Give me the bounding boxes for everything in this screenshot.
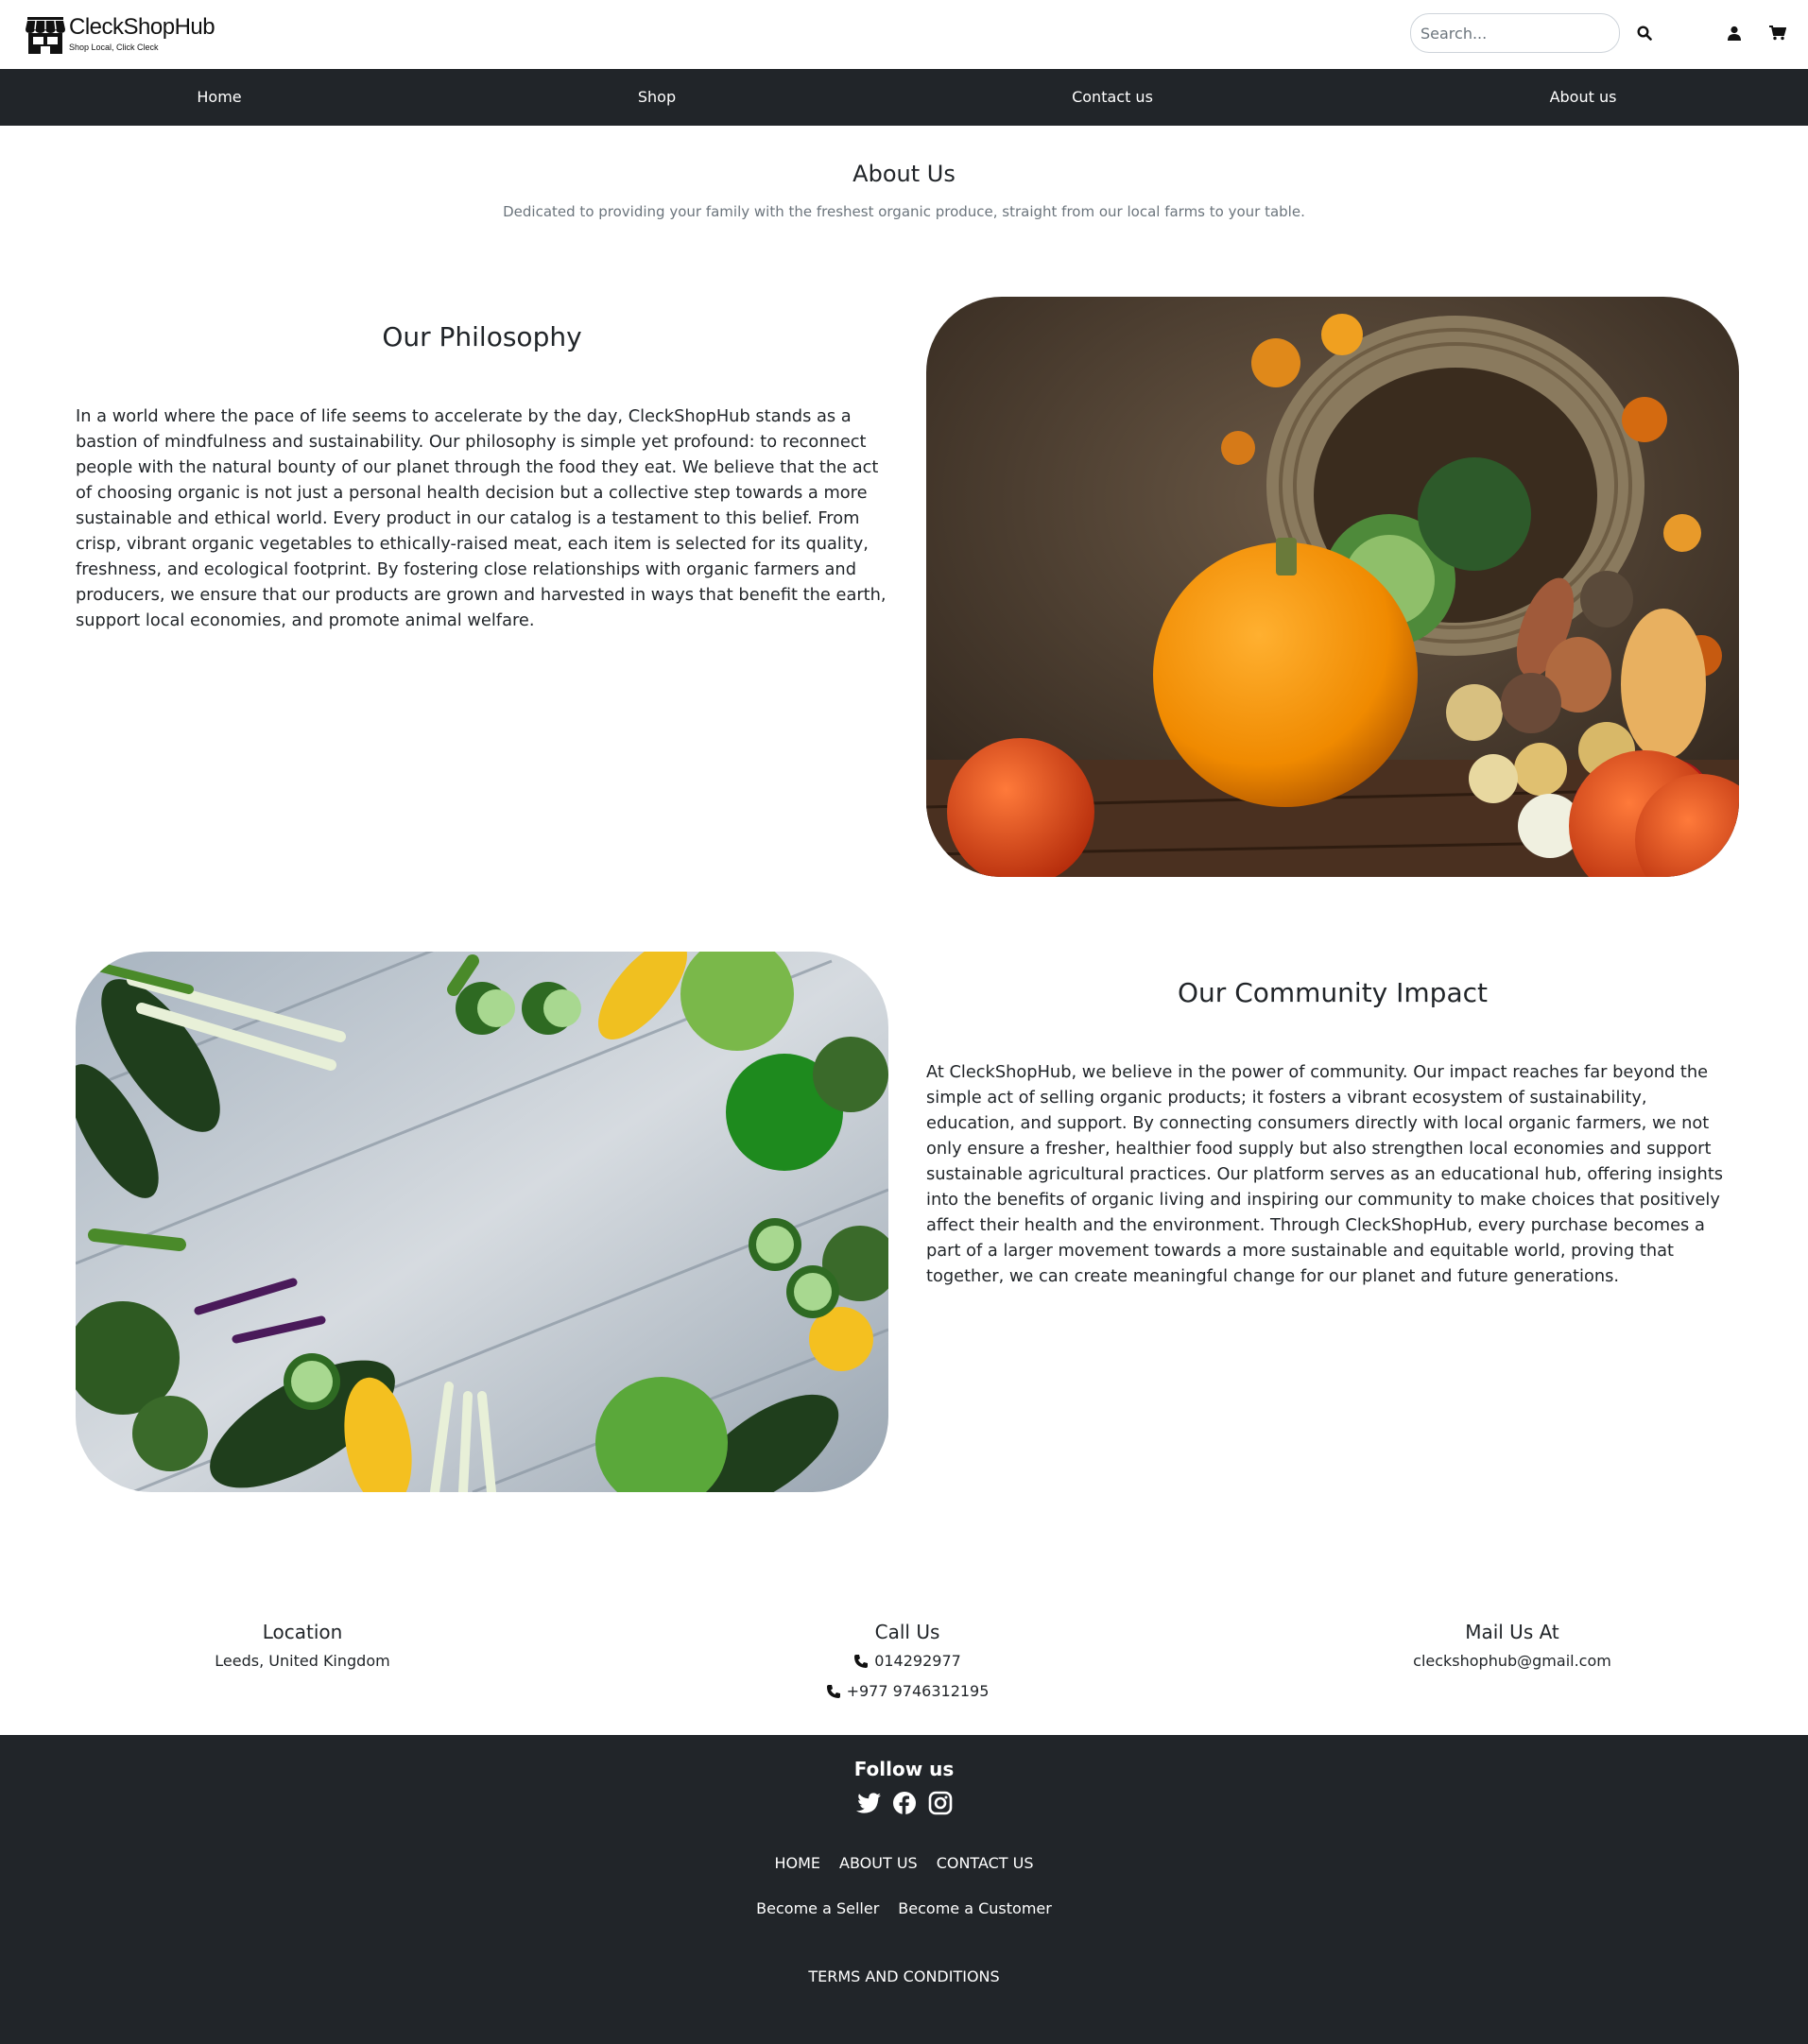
nav-shop[interactable]: Shop xyxy=(638,69,676,126)
footer-link-home[interactable]: HOME xyxy=(774,1854,820,1872)
brand-logo[interactable]: CleckShopHub Shop Local, Click Cleck xyxy=(26,14,215,56)
social-links xyxy=(0,1790,1808,1816)
phone-number-1[interactable]: 014292977 xyxy=(874,1646,961,1676)
mail-value[interactable]: cleckshophub@gmail.com xyxy=(1413,1646,1611,1676)
become-customer-link[interactable]: Become a Customer xyxy=(898,1899,1052,1917)
community-title: Our Community Impact xyxy=(1178,977,1488,1008)
footer-link-contact-us[interactable]: CONTACT US xyxy=(937,1854,1034,1872)
vegetables-frame-image xyxy=(76,952,888,1492)
nav-about-us[interactable]: About us xyxy=(1550,69,1617,126)
instagram-icon[interactable] xyxy=(927,1790,954,1816)
footer-main-links: HOME ABOUT US CONTACT US xyxy=(0,1854,1808,1872)
phone-number-2[interactable]: +977 9746312195 xyxy=(847,1676,990,1707)
footer-link-about-us[interactable]: ABOUT US xyxy=(839,1854,918,1872)
call-block: Call Us 014292977 +977 9746312195 xyxy=(709,1618,1106,1707)
footer-terms: TERMS AND CONDITIONS xyxy=(0,1967,1808,1985)
storefront-icon xyxy=(26,17,65,54)
brand-tagline: Shop Local, Click Cleck xyxy=(69,43,159,52)
philosophy-text: In a world where the pace of life seems … xyxy=(76,406,887,630)
user-icon[interactable] xyxy=(1722,21,1747,45)
page-title: About Us xyxy=(852,161,956,187)
search-icon[interactable] xyxy=(1632,21,1657,45)
mail-block: Mail Us At cleckshophub@gmail.com xyxy=(1314,1618,1711,1676)
nav-home[interactable]: Home xyxy=(197,69,241,126)
cart-icon[interactable] xyxy=(1765,21,1790,45)
facebook-icon[interactable] xyxy=(891,1790,918,1816)
location-value: Leeds, United Kingdom xyxy=(215,1652,390,1670)
phone-icon xyxy=(854,1655,869,1668)
phone-icon xyxy=(826,1685,840,1698)
nav-contact-us[interactable]: Contact us xyxy=(1072,69,1153,126)
become-seller-link[interactable]: Become a Seller xyxy=(756,1899,879,1917)
terms-and-conditions-link[interactable]: TERMS AND CONDITIONS xyxy=(808,1967,999,1985)
search-input[interactable] xyxy=(1410,13,1620,53)
mail-title: Mail Us At xyxy=(1465,1621,1559,1643)
call-title: Call Us xyxy=(874,1621,940,1643)
location-title: Location xyxy=(262,1621,343,1643)
community-text: At CleckShopHub, we believe in the power… xyxy=(926,1062,1724,1286)
twitter-icon[interactable] xyxy=(855,1790,882,1816)
site-footer: Follow us HOME ABOUT US CONTACT US Becom… xyxy=(0,1735,1808,2044)
top-header: CleckShopHub Shop Local, Click Cleck xyxy=(0,0,1808,69)
page-subtitle: Dedicated to providing your family with … xyxy=(503,203,1305,220)
footer-role-links: Become a Seller Become a Customer xyxy=(0,1899,1808,1917)
harvest-basket-image xyxy=(926,297,1739,877)
location-block: Location Leeds, United Kingdom xyxy=(104,1618,501,1676)
main-navbar: Home Shop Contact us About us xyxy=(0,69,1808,126)
philosophy-title: Our Philosophy xyxy=(382,321,582,352)
brand-name: CleckShopHub xyxy=(69,14,215,40)
follow-us-title: Follow us xyxy=(853,1758,955,1780)
